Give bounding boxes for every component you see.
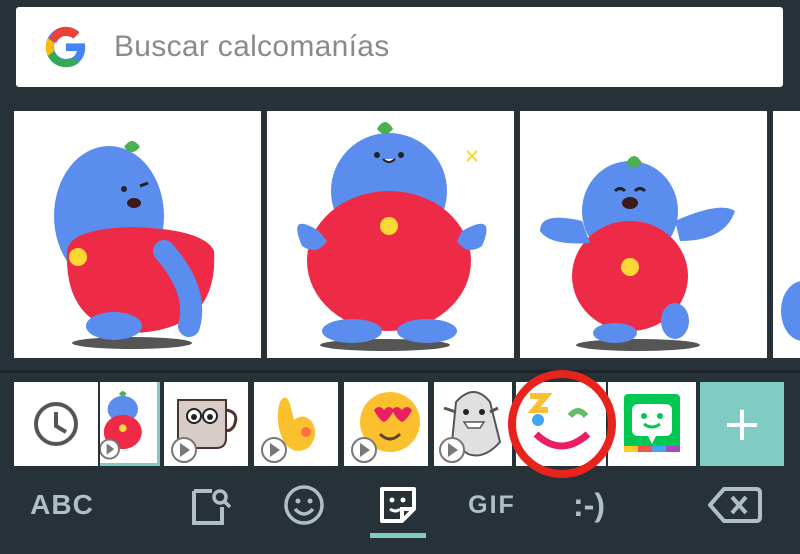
yellow-hand-thumbnail-icon: [261, 397, 316, 463]
tab-emoji[interactable]: [272, 470, 336, 540]
tab-gif-label: GIF: [468, 490, 516, 519]
blue-blob-character-icon: [297, 122, 487, 351]
sticker-pack-row: +: [0, 382, 800, 466]
bitmoji-thumbnail-icon: [624, 394, 680, 452]
sticker-search-icon: [192, 489, 232, 525]
sticker-blob-standing[interactable]: [267, 111, 514, 358]
yellow-hand-pack-tab[interactable]: [254, 382, 338, 466]
heart-eyes-pack-tab[interactable]: [344, 382, 428, 466]
tab-abc-label: ABC: [30, 489, 94, 520]
sticker-blob-winking[interactable]: [14, 111, 261, 358]
shark-thumbnail-icon: [439, 391, 502, 463]
tab-gif[interactable]: GIF: [460, 470, 524, 540]
section-divider: [0, 370, 800, 373]
add-pack-button[interactable]: +: [700, 382, 784, 466]
blob-pack-tab[interactable]: [100, 382, 160, 466]
coffee-cup-thumbnail-icon: [171, 399, 238, 463]
search-placeholder: Buscar calcomanías: [114, 30, 390, 63]
sticker-results-row: [14, 111, 800, 358]
tab-recent-search[interactable]: [178, 470, 242, 540]
backspace-button[interactable]: [700, 470, 770, 540]
tab-stickers[interactable]: [366, 470, 430, 540]
plus-icon: +: [721, 396, 763, 452]
clock-icon: [34, 402, 78, 446]
blue-blob-character-icon: [54, 141, 215, 349]
keyboard-tab-bar: ABC GIF :-): [0, 470, 800, 554]
blue-blob-thumbnail-icon: [100, 391, 142, 460]
sticker-blob-waving[interactable]: [520, 111, 767, 358]
google-logo-icon: [45, 26, 86, 68]
highlight-ring-icon: [508, 370, 616, 478]
active-tab-indicator: [370, 533, 426, 538]
sticker-icon: [380, 487, 416, 523]
backspace-icon: [708, 487, 762, 523]
bitmoji-pack-tab[interactable]: [608, 382, 696, 466]
heart-eyes-thumbnail-icon: [351, 392, 420, 463]
recent-pack-tab[interactable]: [14, 382, 98, 466]
tab-emoticon-label: :-): [573, 486, 605, 523]
tab-emoticon[interactable]: :-): [554, 470, 624, 540]
blue-blob-character-icon: [540, 156, 735, 351]
sticker-search-bar[interactable]: Buscar calcomanías: [16, 7, 783, 87]
sticker-partial[interactable]: [773, 111, 800, 358]
tab-abc[interactable]: ABC: [20, 470, 104, 540]
smiley-icon: [284, 485, 324, 525]
shark-pack-tab[interactable]: [434, 382, 512, 466]
blue-blob-character-icon: [781, 281, 800, 341]
coffee-cup-pack-tab[interactable]: [164, 382, 248, 466]
